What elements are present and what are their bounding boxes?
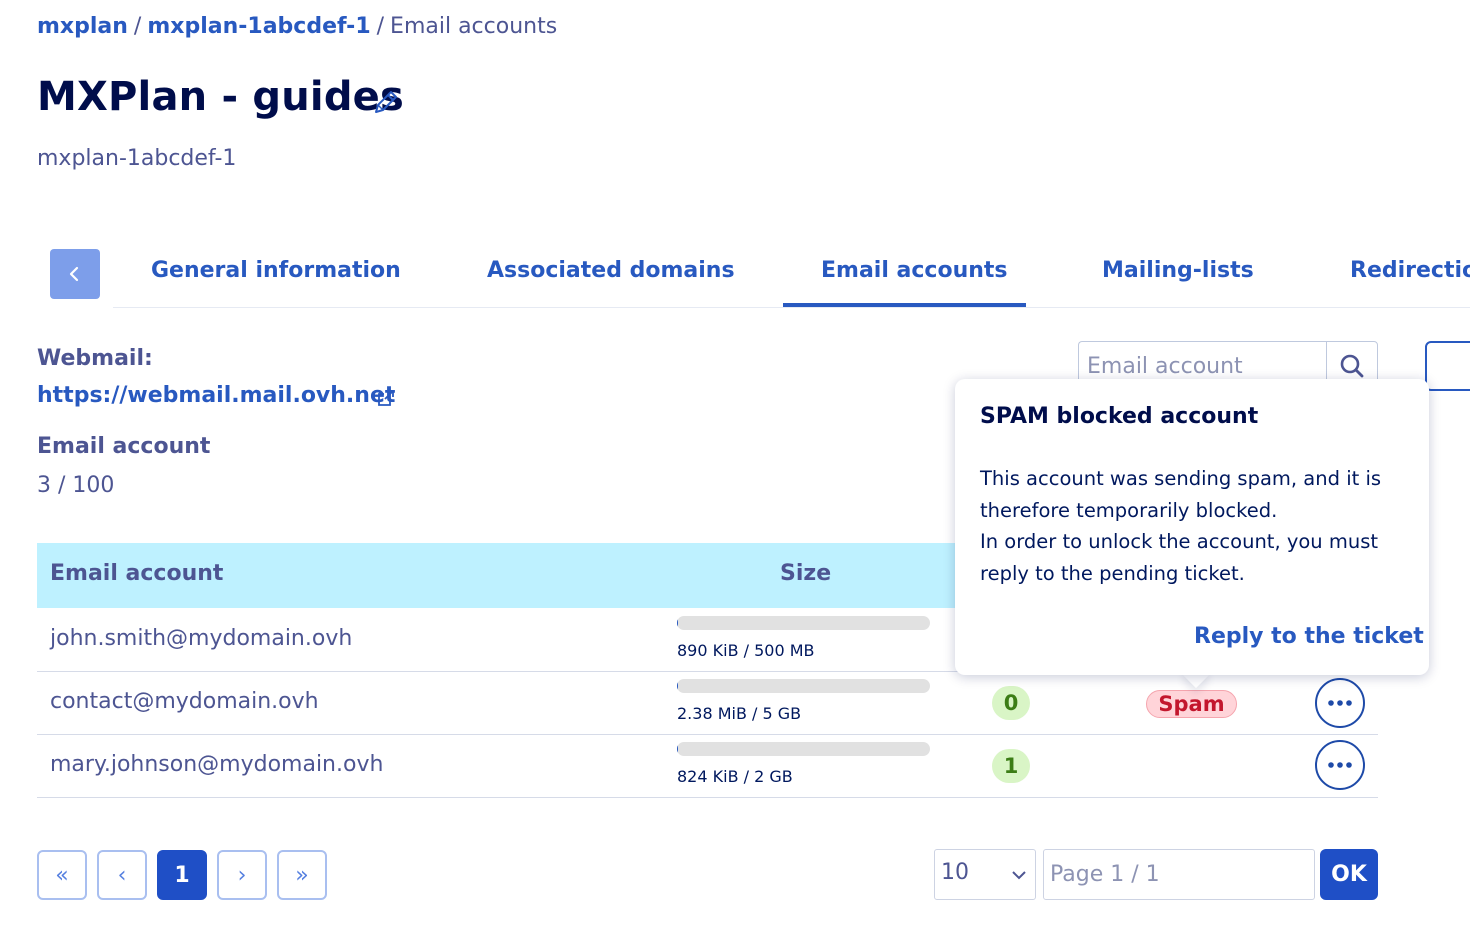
row-divider — [37, 734, 1378, 735]
breadcrumb-separator: / — [376, 14, 385, 39]
usage-bar — [677, 616, 930, 630]
webmail-label: Webmail: — [37, 346, 153, 371]
page-subtitle: mxplan-1abcdef-1 — [37, 146, 237, 171]
popover-body-line: In order to unlock the account, you must… — [980, 530, 1379, 585]
table-row-email: contact@mydomain.ovh — [50, 689, 319, 714]
email-account-count-label: Email account — [37, 434, 211, 459]
tabs-scroll-left-button[interactable] — [50, 249, 100, 299]
breadcrumb-separator: / — [133, 14, 142, 39]
last-page-button[interactable]: » — [277, 850, 327, 900]
breadcrumb-current: Email accounts — [390, 14, 558, 39]
usage-text: 2.38 MiB / 5 GB — [677, 704, 802, 723]
ellipsis-icon — [1328, 762, 1352, 768]
email-account-count-value: 3 / 100 — [37, 473, 115, 498]
tab-associated-domains[interactable]: Associated domains — [487, 258, 735, 283]
count-badge: 1 — [992, 749, 1030, 783]
breadcrumb: mxplan / mxplan-1abcdef-1/Email accounts — [37, 14, 557, 39]
usage-bar — [677, 679, 930, 693]
tab-mailing-lists[interactable]: Mailing-lists — [1102, 258, 1254, 283]
popover-body-line: This account was sending spam, and it is… — [980, 467, 1382, 522]
row-actions-button[interactable] — [1315, 678, 1365, 728]
reply-to-ticket-link[interactable]: Reply to the ticket — [1194, 624, 1424, 649]
row-actions-button[interactable] — [1315, 740, 1365, 790]
usage-text: 824 KiB / 2 GB — [677, 767, 793, 786]
first-page-button[interactable]: « — [37, 850, 87, 900]
page-size-value: 10 — [941, 860, 969, 885]
popover-body: This account was sending spam, and it is… — [980, 463, 1400, 589]
table-row-email: john.smith@mydomain.ovh — [50, 626, 353, 651]
spam-status-badge[interactable]: Spam — [1146, 690, 1237, 718]
pencil-icon — [375, 91, 397, 113]
chevron-left-icon — [69, 266, 79, 282]
count-badge: 0 — [992, 686, 1030, 720]
column-header-email[interactable]: Email account — [50, 561, 223, 586]
usage-text: 890 KiB / 500 MB — [677, 641, 815, 660]
webmail-link[interactable]: https://webmail.mail.ovh.net — [37, 383, 395, 408]
tab-email-accounts[interactable]: Email accounts — [821, 258, 1008, 283]
next-page-button[interactable]: › — [217, 850, 267, 900]
edit-title-button[interactable] — [370, 86, 402, 118]
tab-general-information[interactable]: General information — [151, 258, 401, 283]
external-link-icon[interactable] — [376, 388, 396, 408]
usage-bar — [677, 742, 930, 756]
table-row-email: mary.johnson@mydomain.ovh — [50, 752, 384, 777]
page-title: MXPlan - guides — [37, 74, 404, 120]
ellipsis-icon — [1328, 700, 1352, 706]
search-icon — [1340, 354, 1364, 378]
page-number-input[interactable] — [1043, 849, 1315, 900]
current-page-button[interactable]: 1 — [157, 850, 207, 900]
tab-redirections[interactable]: Redirections — [1350, 258, 1470, 283]
breadcrumb-link-service[interactable]: mxplan-1abcdef-1 — [147, 14, 370, 39]
tabs-divider — [113, 307, 1470, 308]
column-header-size[interactable]: Size — [780, 561, 831, 586]
breadcrumb-link-mxplan[interactable]: mxplan — [37, 14, 128, 39]
row-divider — [37, 797, 1378, 798]
active-tab-indicator — [783, 303, 1026, 307]
popover-title: SPAM blocked account — [980, 404, 1259, 429]
create-account-button[interactable] — [1425, 341, 1470, 391]
go-to-page-button[interactable]: OK — [1320, 849, 1378, 900]
chevron-down-icon — [1010, 866, 1028, 884]
previous-page-button[interactable]: ‹ — [97, 850, 147, 900]
